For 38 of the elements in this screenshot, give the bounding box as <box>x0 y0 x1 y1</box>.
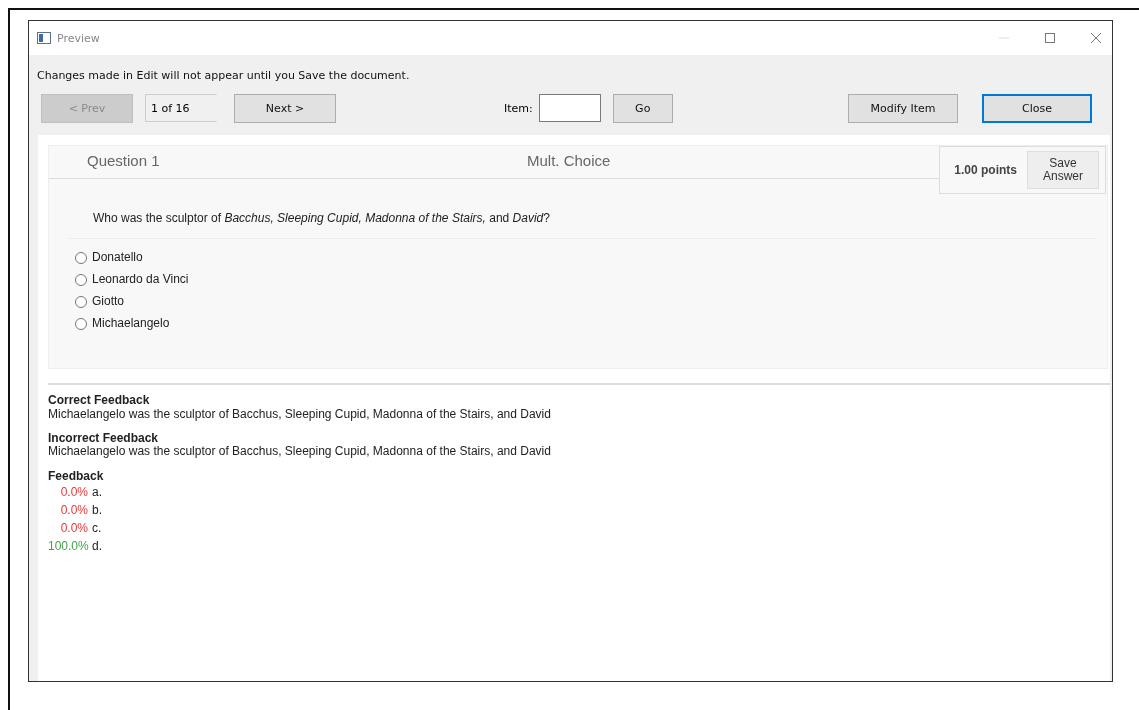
option-label[interactable]: Donatello <box>92 249 143 264</box>
question-text: Who was the sculptor of Bacchus, Sleeping Cupid, Madonna of the Stairs, and David? <box>67 179 1097 239</box>
option-letter: c. <box>92 520 102 538</box>
position-field: 1 of 16 <box>145 94 217 122</box>
close-icon[interactable] <box>1090 32 1102 44</box>
save-answer-button[interactable]: Save Answer <box>1027 151 1099 189</box>
question-type: Mult. Choice <box>527 151 611 169</box>
close-button[interactable]: Close <box>982 93 1092 123</box>
option-label[interactable]: Leonardo da Vinci <box>92 271 189 286</box>
percent-value: 0.0% <box>59 520 88 538</box>
option-label[interactable]: Michaelangelo <box>92 315 170 330</box>
feedback-heading: Feedback <box>48 469 105 484</box>
window-title: Preview <box>57 31 100 45</box>
option-letter: d. <box>92 538 102 556</box>
option-letter: b. <box>92 502 102 520</box>
radio-button[interactable] <box>75 252 87 264</box>
item-input[interactable] <box>538 94 601 122</box>
option-label[interactable]: Giotto <box>92 293 124 308</box>
next-button[interactable]: Next > <box>234 93 336 123</box>
radio-button[interactable] <box>75 296 87 308</box>
percent-value: 0.0% <box>59 502 88 520</box>
option-letter: a. <box>92 484 102 502</box>
window-icon <box>37 32 51 44</box>
feedback-heading: Incorrect Feedback <box>48 431 160 446</box>
notice-text: Changes made in Edit will not appear until you Save the document. <box>36 68 411 82</box>
percent-value: 0.0% <box>59 484 88 502</box>
points-text: 1.00 points <box>954 163 1017 177</box>
question-number: Question 1 <box>86 151 161 169</box>
feedback-text: Michaelangelo was the sculptor of Bacchus, Sleeping Cupid, Madonna of the Stairs, and David <box>48 445 552 460</box>
item-label: Item: <box>504 101 533 115</box>
radio-button[interactable] <box>75 274 87 286</box>
maximize-icon[interactable] <box>1044 32 1056 44</box>
feedback-heading: Correct Feedback <box>48 394 151 408</box>
go-button[interactable]: Go <box>612 93 673 123</box>
radio-button[interactable] <box>75 318 87 330</box>
modify-item-button[interactable]: Modify Item <box>848 93 958 123</box>
percent-value: 100.0% <box>48 538 88 556</box>
feedback-text: Michaelangelo was the sculptor of Bacchus, Sleeping Cupid, Madonna of the Stairs, and David <box>48 407 552 422</box>
